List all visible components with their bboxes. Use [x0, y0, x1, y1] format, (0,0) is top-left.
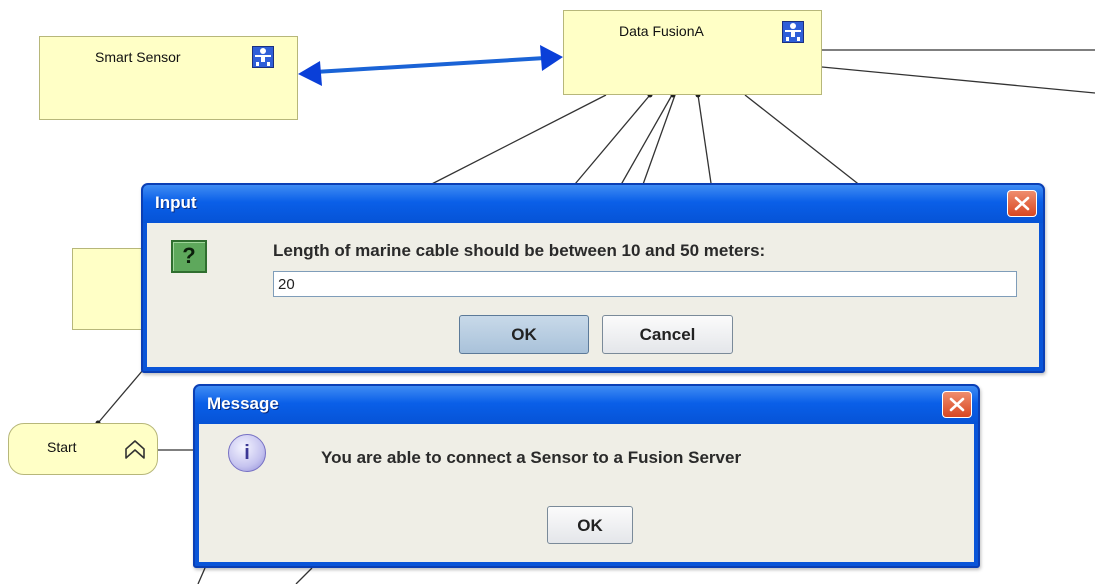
input-dialog-body: ? Length of marine cable should be betwe…: [147, 223, 1039, 367]
component-icon: [782, 21, 804, 43]
dialog-message: You are able to connect a Sensor to a Fu…: [321, 448, 742, 467]
question-icon: ?: [171, 240, 207, 273]
message-dialog: Message i You are able to connect a Sens…: [193, 384, 980, 568]
diagram-node-hidden[interactable]: [72, 248, 150, 330]
cable-length-input[interactable]: [273, 271, 1017, 297]
start-event-icon: [123, 438, 147, 460]
message-dialog-body: i You are able to connect a Sensor to a …: [199, 424, 974, 562]
dialog-title: Message: [207, 394, 279, 413]
ok-button[interactable]: OK: [459, 315, 589, 354]
start-node[interactable]: Start: [8, 423, 158, 475]
cancel-button[interactable]: Cancel: [602, 315, 733, 354]
close-button[interactable]: [942, 391, 972, 418]
message-dialog-titlebar[interactable]: Message: [195, 386, 978, 424]
close-button[interactable]: [1007, 190, 1037, 217]
input-dialog: Input ? Length of marine cable should be…: [141, 183, 1045, 373]
info-icon: i: [228, 434, 266, 472]
smart-sensor-node[interactable]: Smart Sensor: [39, 36, 298, 120]
smart-sensor-label: Smart Sensor: [95, 49, 181, 65]
start-label: Start: [47, 439, 77, 455]
data-fusion-label: Data FusionA: [619, 23, 704, 39]
component-icon: [252, 46, 274, 68]
dialog-title: Input: [155, 193, 197, 212]
ok-button[interactable]: OK: [547, 506, 633, 544]
dialog-prompt: Length of marine cable should be between…: [273, 241, 766, 260]
data-fusion-node[interactable]: Data FusionA: [563, 10, 822, 95]
input-dialog-titlebar[interactable]: Input: [143, 185, 1043, 223]
